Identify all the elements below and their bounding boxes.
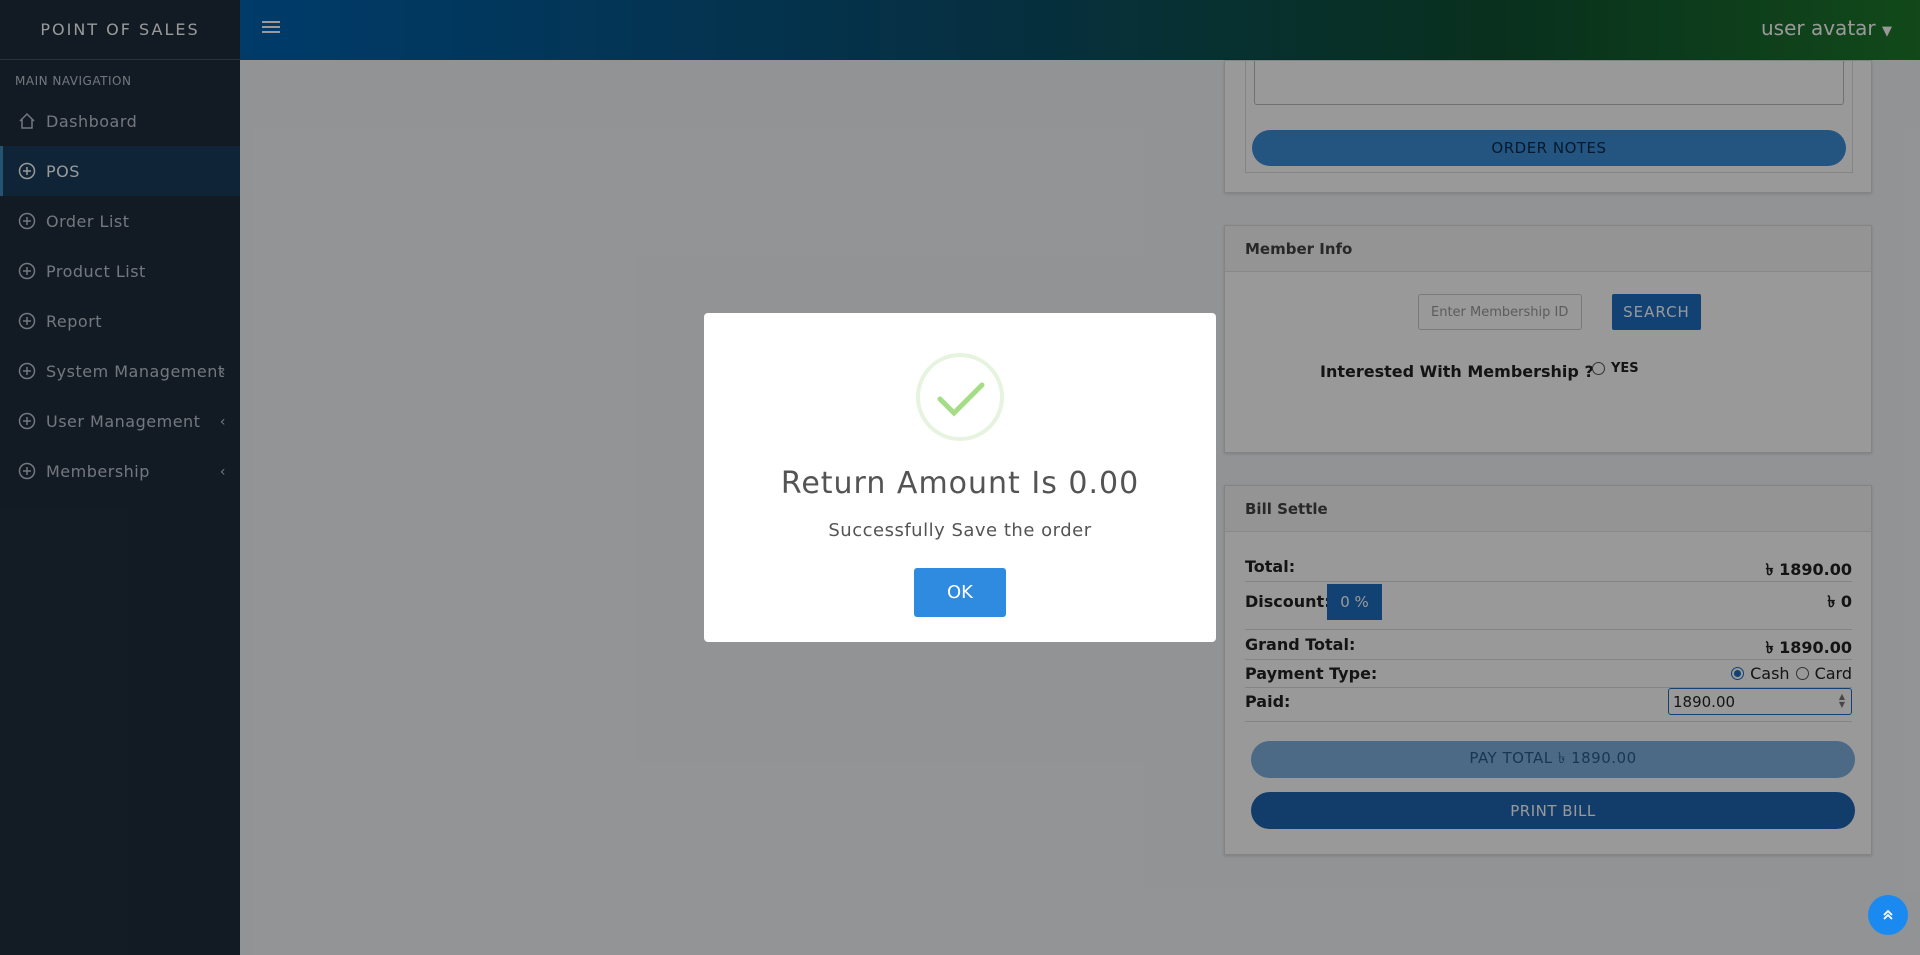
dialog-message: Successfully Save the order [828,520,1092,541]
ok-button[interactable]: OK [914,568,1006,617]
dialog-title: Return Amount Is 0.00 [780,466,1140,501]
scroll-to-top-button[interactable] [1868,895,1908,935]
double-chevron-up-icon [1883,909,1893,920]
success-dialog: Return Amount Is 0.00 Successfully Save … [704,313,1216,642]
success-check-icon [916,353,1004,441]
